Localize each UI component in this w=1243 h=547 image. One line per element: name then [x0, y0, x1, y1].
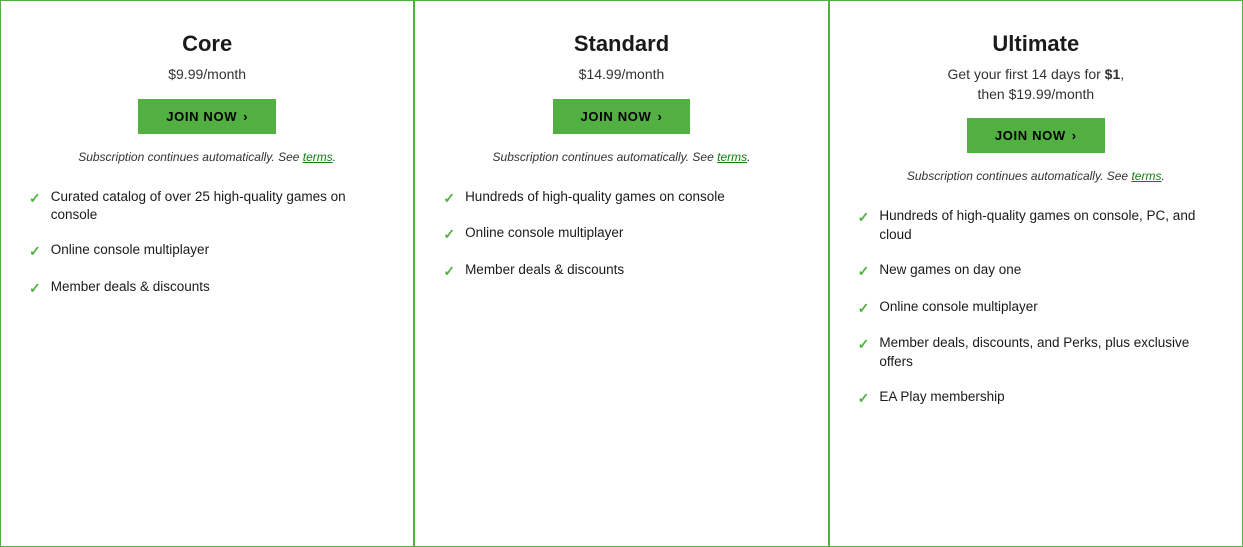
plan-price-core: $9.99/month	[168, 65, 246, 85]
features-list-standard: ✓ Hundreds of high-quality games on cons…	[443, 188, 799, 298]
plan-card-ultimate: Ultimate Get your first 14 days for $1,t…	[829, 0, 1243, 547]
subscription-note-core: Subscription continues automatically. Se…	[78, 148, 336, 166]
join-now-label-core: JOIN NOW	[166, 109, 237, 124]
terms-link-core[interactable]: terms	[303, 150, 333, 164]
plan-title-standard: Standard	[574, 31, 669, 57]
plan-title-core: Core	[182, 31, 232, 57]
list-item: ✓ Member deals, discounts, and Perks, pl…	[858, 334, 1214, 372]
plan-card-standard: Standard $14.99/month JOIN NOW › Subscri…	[414, 0, 828, 547]
list-item: ✓ Hundreds of high-quality games on cons…	[858, 207, 1214, 245]
list-item: ✓ Hundreds of high-quality games on cons…	[443, 188, 799, 209]
check-icon: ✓	[858, 208, 870, 228]
check-icon: ✓	[29, 279, 41, 299]
list-item: ✓ Member deals & discounts	[443, 261, 799, 282]
check-icon: ✓	[29, 189, 41, 209]
check-icon: ✓	[858, 335, 870, 355]
check-icon: ✓	[858, 262, 870, 282]
join-now-button-standard[interactable]: JOIN NOW ›	[553, 99, 691, 134]
chevron-icon-standard: ›	[657, 109, 662, 124]
list-item: ✓ Online console multiplayer	[858, 298, 1214, 319]
features-list-core: ✓ Curated catalog of over 25 high-qualit…	[29, 188, 385, 315]
join-now-label-ultimate: JOIN NOW	[995, 128, 1066, 143]
chevron-icon-core: ›	[243, 109, 248, 124]
plans-container: Core $9.99/month JOIN NOW › Subscription…	[0, 0, 1243, 547]
subscription-note-standard: Subscription continues automatically. Se…	[493, 148, 751, 166]
list-item: ✓ Curated catalog of over 25 high-qualit…	[29, 188, 385, 226]
join-now-button-ultimate[interactable]: JOIN NOW ›	[967, 118, 1105, 153]
chevron-icon-ultimate: ›	[1072, 128, 1077, 143]
list-item: ✓ EA Play membership	[858, 388, 1214, 409]
subscription-note-ultimate: Subscription continues automatically. Se…	[907, 167, 1165, 185]
plan-card-core: Core $9.99/month JOIN NOW › Subscription…	[0, 0, 414, 547]
check-icon: ✓	[443, 225, 455, 245]
check-icon: ✓	[858, 389, 870, 409]
check-icon: ✓	[443, 262, 455, 282]
terms-link-ultimate[interactable]: terms	[1131, 169, 1161, 183]
check-icon: ✓	[29, 242, 41, 262]
plan-price-standard: $14.99/month	[579, 65, 665, 85]
list-item: ✓ Online console multiplayer	[443, 224, 799, 245]
check-icon: ✓	[858, 299, 870, 319]
plan-title-ultimate: Ultimate	[992, 31, 1079, 57]
features-list-ultimate: ✓ Hundreds of high-quality games on cons…	[858, 207, 1214, 424]
join-now-button-core[interactable]: JOIN NOW ›	[138, 99, 276, 134]
check-icon: ✓	[443, 189, 455, 209]
join-now-label-standard: JOIN NOW	[581, 109, 652, 124]
terms-link-standard[interactable]: terms	[717, 150, 747, 164]
plan-price-ultimate: Get your first 14 days for $1,then $19.9…	[948, 65, 1125, 104]
list-item: ✓ Online console multiplayer	[29, 241, 385, 262]
list-item: ✓ New games on day one	[858, 261, 1214, 282]
list-item: ✓ Member deals & discounts	[29, 278, 385, 299]
